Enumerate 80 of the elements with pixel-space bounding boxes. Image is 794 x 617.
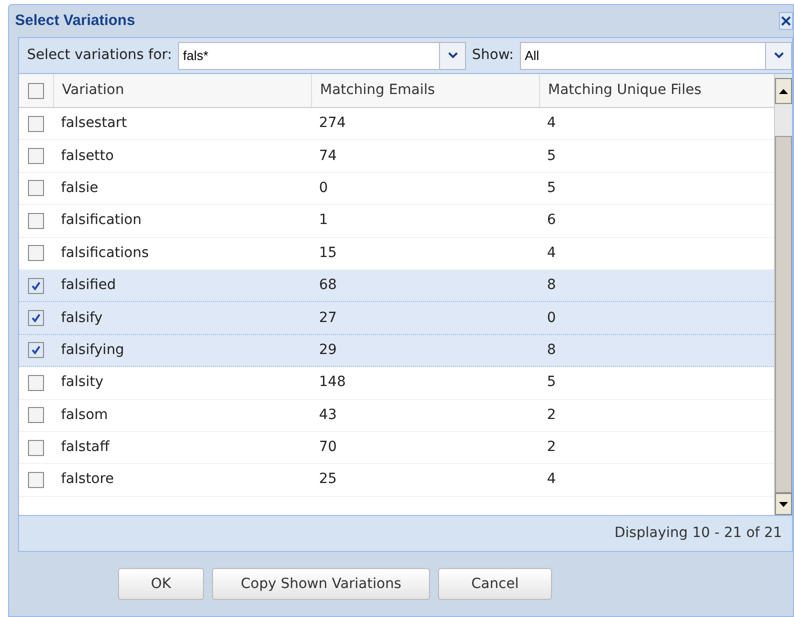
table-cell-text: falsify: [60, 308, 104, 328]
table-cell-text: 4: [546, 244, 557, 263]
dropdown-button[interactable]: [765, 42, 791, 68]
table-cell-text: falsity: [60, 373, 104, 392]
checkmark-icon: [31, 345, 41, 356]
checkbox[interactable]: [28, 407, 44, 424]
up-arrow-icon: [779, 88, 788, 94]
checkbox[interactable]: [28, 82, 44, 98]
table-cell-text: 0: [318, 178, 329, 198]
table-row[interactable]: falsifications 15 4: [19, 238, 774, 270]
field-label: Select variations for:: [27, 46, 172, 65]
table-cell-text: 29: [318, 340, 338, 360]
checkbox[interactable]: [28, 278, 44, 294]
table-cell-text: 5: [546, 146, 557, 166]
chevron-icon: [448, 52, 458, 59]
table-cell-text: 15: [318, 244, 338, 263]
table-cell-text: 27: [318, 308, 338, 328]
window-title: Select Variations: [15, 10, 136, 31]
dialog-button[interactable]: OK: [118, 568, 204, 600]
table-cell-text: 1: [318, 211, 329, 230]
table-cell-text: 25: [318, 470, 338, 490]
table-row[interactable]: falsified 68 8: [19, 270, 774, 302]
checkbox[interactable]: [28, 342, 44, 358]
scroll-thumb[interactable]: [775, 136, 792, 493]
table-cell-text: falstore: [60, 470, 115, 490]
checkbox[interactable]: [28, 148, 44, 164]
table-cell-text: falsifications: [60, 244, 150, 263]
field-label: Show:: [472, 46, 514, 65]
scrollbar[interactable]: [774, 74, 792, 515]
down-arrow-icon: [779, 502, 788, 506]
checkbox[interactable]: [28, 212, 44, 229]
checkbox[interactable]: [28, 180, 44, 196]
table-row[interactable]: falsom 43 2: [19, 400, 774, 432]
table-cell-text: 8: [546, 276, 557, 296]
table-cell-text: 74: [318, 146, 338, 166]
column-header[interactable]: Matching Emails: [311, 74, 539, 107]
table-cell-text: 5: [546, 178, 557, 198]
table-cell-text: 6: [546, 211, 557, 230]
status-text: Displaying 10 - 21 of 21: [614, 524, 782, 543]
dialog-button[interactable]: Copy Shown Variations: [212, 568, 430, 600]
show-dropdown[interactable]: All: [520, 42, 792, 70]
checkbox[interactable]: [28, 374, 44, 391]
table-cell-text: falsetto: [60, 146, 115, 166]
table-cell-text: falsom: [60, 406, 109, 425]
search-field[interactable]: fals*: [178, 42, 466, 70]
table-cell-text: 8: [546, 340, 557, 360]
table-row[interactable]: falsifying 29 8: [19, 334, 774, 368]
checkbox[interactable]: [28, 440, 44, 456]
checkbox[interactable]: [28, 310, 44, 326]
table-row[interactable]: falsify 27 0: [19, 302, 774, 335]
table-cell-text: falsification: [60, 211, 142, 230]
checkbox[interactable]: [28, 245, 44, 262]
checkmark-icon: [31, 313, 41, 324]
checkbox[interactable]: [28, 472, 44, 488]
close-icon: [781, 16, 791, 26]
table-cell-text: falsestart: [60, 114, 128, 134]
table-cell-text: 70: [318, 438, 338, 458]
dialog-button[interactable]: Cancel: [438, 568, 552, 600]
table-cell-text: 43: [318, 406, 338, 425]
chevron-icon: [774, 52, 784, 59]
table-cell-text: falsie: [60, 178, 100, 198]
checkbox[interactable]: [28, 116, 44, 132]
table-cell-text: 2: [546, 438, 557, 458]
table-cell-text: 2: [546, 406, 557, 425]
scroll-down-button[interactable]: [775, 493, 792, 515]
table-cell-text: 0: [546, 308, 557, 328]
scroll-up-button[interactable]: [775, 78, 792, 104]
table-cell-text: 4: [546, 470, 557, 490]
column-header[interactable]: Variation: [53, 74, 311, 107]
table-cell-text: 4: [546, 114, 557, 134]
dropdown-button[interactable]: [439, 42, 466, 68]
table-cell-text: 5: [546, 373, 557, 392]
table-cell-text: 148: [318, 373, 347, 392]
table-cell-text: 68: [318, 276, 338, 296]
checkmark-icon: [31, 280, 41, 291]
table-cell-text: 274: [318, 114, 347, 134]
table-cell-text: falsified: [60, 276, 117, 296]
table-cell-text: falsifying: [60, 340, 126, 360]
table-cell-text: falstaff: [60, 438, 111, 458]
close-button[interactable]: [779, 12, 793, 30]
